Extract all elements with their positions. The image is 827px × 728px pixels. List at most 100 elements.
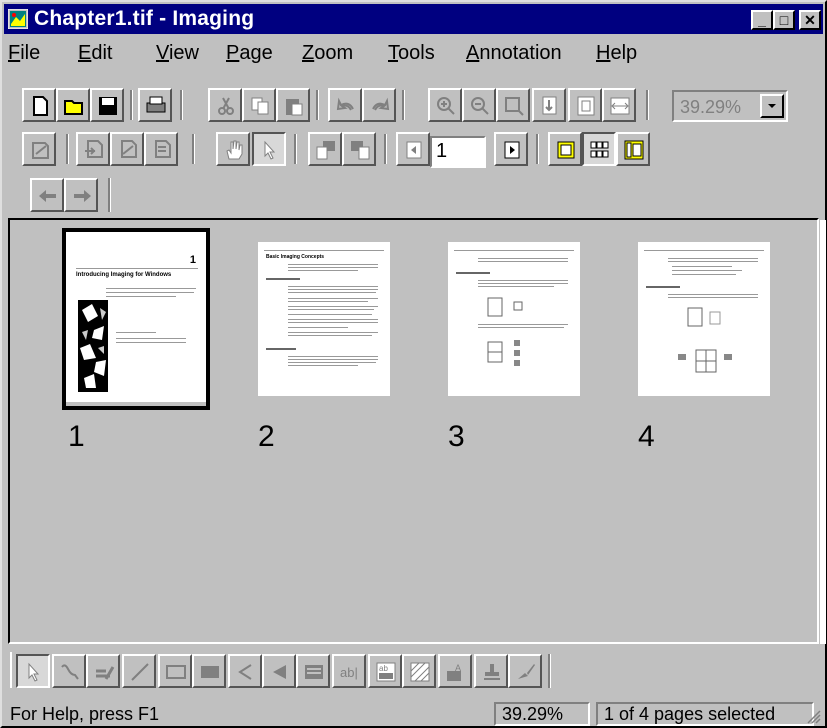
rotate-left-button[interactable] <box>308 132 342 166</box>
zoom-combobox[interactable]: 39.29% <box>672 90 788 122</box>
text-line <box>478 280 568 281</box>
menu-zoom-label: Zoom <box>302 42 354 64</box>
menu-annotation[interactable]: Annotation <box>466 42 562 65</box>
page-and-thumbnails-view-button[interactable] <box>616 132 650 166</box>
drag-button[interactable] <box>216 132 250 166</box>
text-line <box>668 258 758 259</box>
menu-zoom[interactable]: Zoom <box>302 42 353 65</box>
thumbnail-page-4[interactable] <box>638 242 770 396</box>
minimize-button[interactable]: _ <box>751 10 773 30</box>
forward-button[interactable] <box>64 178 98 212</box>
print-button[interactable] <box>138 88 172 122</box>
thumbnail-page-3[interactable] <box>448 242 580 396</box>
zoom-dropdown-button[interactable] <box>760 94 784 118</box>
filled-rectangle-icon <box>201 666 219 678</box>
status-zoom: 39.29% <box>494 702 590 726</box>
subheading <box>266 348 296 350</box>
arrow-right-icon <box>74 190 91 202</box>
image-stamp-button[interactable]: A <box>438 654 472 688</box>
maximize-icon: □ <box>779 12 789 28</box>
paste-clipboard-icon <box>286 99 303 116</box>
attach-a-note-button[interactable]: ab <box>368 654 402 688</box>
page-1-heading-number: 1 <box>189 254 196 266</box>
hollow-rectangle-button[interactable] <box>158 654 192 688</box>
title-bar[interactable]: Chapter1.tif - Imaging _ □ ✕ <box>4 4 823 34</box>
fit-to-height-button[interactable] <box>568 88 602 122</box>
new-document-icon <box>33 96 48 116</box>
scan-append-icon <box>121 140 137 158</box>
note-icon: ab <box>376 662 396 682</box>
typed-text-button[interactable]: ab| <box>332 654 366 688</box>
arrow-pointer-icon <box>264 140 276 160</box>
text-from-file-button[interactable] <box>296 654 330 688</box>
hatch-fill-button[interactable] <box>402 654 436 688</box>
window-title: Chapter1.tif - Imaging <box>34 7 255 30</box>
straight-line-button[interactable] <box>122 654 156 688</box>
text-line <box>116 342 186 343</box>
next-page-icon <box>504 141 520 159</box>
maximize-button[interactable]: □ <box>773 10 795 30</box>
page-rule <box>454 250 574 251</box>
copy-button[interactable] <box>242 88 276 122</box>
menu-page[interactable]: Page <box>226 42 273 65</box>
best-fit-button[interactable] <box>532 88 566 122</box>
vertical-scrollbar[interactable] <box>820 220 826 644</box>
rubber-stamp-button[interactable] <box>474 654 508 688</box>
thumbnail-2-label: 2 <box>258 420 275 453</box>
undo-button[interactable] <box>328 88 362 122</box>
one-page-view-button[interactable] <box>548 132 582 166</box>
rotate-right-button[interactable] <box>342 132 376 166</box>
menu-help[interactable]: Help <box>596 42 637 65</box>
menu-edit[interactable]: Edit <box>78 42 112 65</box>
thumbnail-page-1[interactable]: 1 Introducing Imaging for Windows <box>66 232 206 402</box>
menu-view[interactable]: View <box>156 42 199 65</box>
next-page-button[interactable] <box>494 132 528 166</box>
scan-append-button[interactable] <box>110 132 144 166</box>
redo-button[interactable] <box>362 88 396 122</box>
cut-button[interactable] <box>208 88 242 122</box>
page-rule <box>264 250 384 251</box>
paste-button[interactable] <box>276 88 310 122</box>
separator <box>108 178 111 212</box>
highlighter-button[interactable] <box>86 654 120 688</box>
close-button[interactable]: ✕ <box>799 10 821 30</box>
new-button[interactable] <box>22 88 56 122</box>
filled-rectangle-button[interactable] <box>192 654 226 688</box>
highlighter-icon <box>96 666 115 680</box>
hollow-ellipse-button[interactable] <box>228 654 262 688</box>
separator <box>10 652 12 688</box>
scan-replace-button[interactable] <box>144 132 178 166</box>
image-stamp-icon: A <box>447 663 461 681</box>
copy-icon <box>251 97 269 115</box>
back-button[interactable] <box>30 178 64 212</box>
fit-to-width-button[interactable] <box>602 88 636 122</box>
annotation-palette-button[interactable] <box>508 654 542 688</box>
subheading <box>456 272 490 274</box>
thumbnail-view-button[interactable] <box>582 132 616 166</box>
scan-new-button[interactable] <box>22 132 56 166</box>
text-line <box>288 286 378 287</box>
palette-icon <box>518 664 535 679</box>
menu-tools[interactable]: Tools <box>388 42 435 65</box>
text-line <box>288 306 378 307</box>
zoom-out-icon <box>471 97 489 115</box>
scan-insert-button[interactable] <box>76 132 110 166</box>
zoom-rect-button[interactable] <box>496 88 530 122</box>
straight-line-icon <box>131 663 149 681</box>
freehand-line-button[interactable] <box>52 654 86 688</box>
thumbnail-page-2[interactable]: Basic Imaging Concepts <box>258 242 390 396</box>
subheading <box>266 278 300 280</box>
zoom-in-button[interactable] <box>428 88 462 122</box>
page-number-field[interactable]: 1 <box>430 136 486 168</box>
filled-shape-button[interactable] <box>262 654 296 688</box>
resize-grip-icon[interactable] <box>807 710 821 724</box>
menu-file[interactable]: File <box>8 42 40 65</box>
select-image-button[interactable] <box>252 132 286 166</box>
open-button[interactable] <box>56 88 90 122</box>
text-line <box>288 264 378 265</box>
save-button[interactable] <box>90 88 124 122</box>
previous-page-button[interactable] <box>396 132 430 166</box>
imaging-window: Chapter1.tif - Imaging _ □ ✕ File Edit V… <box>0 0 827 728</box>
annotation-select-button[interactable] <box>16 654 50 688</box>
zoom-out-button[interactable] <box>462 88 496 122</box>
